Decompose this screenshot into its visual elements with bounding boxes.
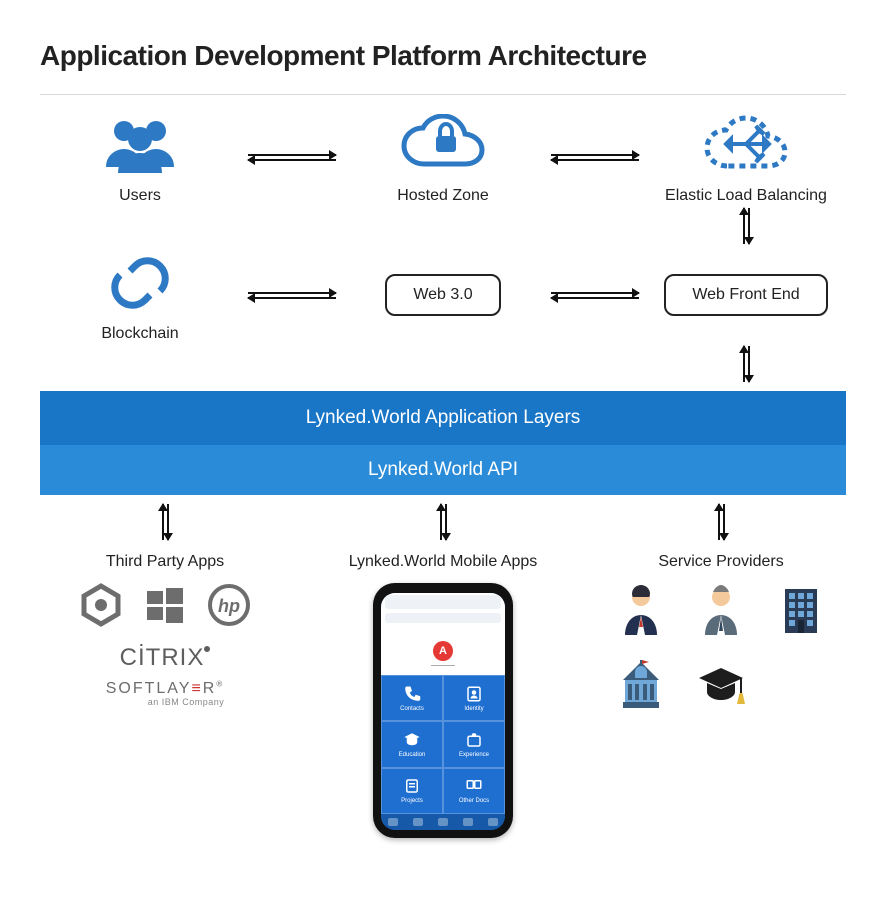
phone-mockup: A ———— Contacts Identity Education Exper… <box>373 583 513 838</box>
blockchain-label: Blockchain <box>101 325 178 343</box>
businessman-icon <box>695 583 747 640</box>
bidir-arrow-icon <box>162 501 169 543</box>
architecture-diagram: Users Hosted Zone <box>40 94 846 838</box>
service-providers-label: Service Providers <box>658 553 783 571</box>
softlayer-logo: SOFTLAY≡R® an IBM Company <box>106 680 225 707</box>
app-layers-bar: Lynked.World Application Layers <box>40 391 846 445</box>
node-web-front-end: Web Front End <box>646 274 846 316</box>
mobile-apps-label: Lynked.World Mobile Apps <box>349 553 538 571</box>
api-bar: Lynked.World API <box>40 445 846 495</box>
logo-row-1: hp <box>79 583 251 632</box>
bidir-arrow-icon <box>440 501 447 543</box>
row-top: Users Hosted Zone <box>40 109 846 205</box>
users-label: Users <box>119 187 161 205</box>
users-icon <box>100 109 180 181</box>
windows-logo-icon <box>143 583 187 632</box>
hp-logo-icon: hp <box>207 583 251 632</box>
office-building-icon <box>775 583 827 640</box>
web30-box: Web 3.0 <box>385 274 500 316</box>
col-third-party: Third Party Apps hp CİTRIX SOFTLAY≡R® an… <box>40 495 290 707</box>
elb-label: Elastic Load Balancing <box>665 187 827 205</box>
government-building-icon <box>615 658 667 715</box>
row-arrow-2 <box>40 343 846 385</box>
web-front-end-box: Web Front End <box>664 274 827 316</box>
node-blockchain: Blockchain <box>40 247 240 343</box>
row-arrow-1 <box>40 205 846 247</box>
cloud-lock-icon <box>398 109 488 181</box>
row-mid: Blockchain Web 3.0 Web Front End <box>40 247 846 343</box>
col-service-providers: Service Providers <box>596 495 846 715</box>
bidir-arrow-icon <box>248 154 336 161</box>
bidir-arrow-icon <box>743 343 750 385</box>
phone-avatar-icon: A <box>433 641 453 661</box>
node-web30: Web 3.0 <box>343 274 543 316</box>
application-layers: Lynked.World Application Layers Lynked.W… <box>40 391 846 495</box>
bidir-arrow-icon <box>551 292 639 299</box>
graduation-cap-icon <box>695 658 747 715</box>
row-bottom: Third Party Apps hp CİTRIX SOFTLAY≡R® an… <box>40 495 846 838</box>
businesswoman-icon <box>615 583 667 640</box>
third-party-label: Third Party Apps <box>106 553 224 571</box>
hosted-zone-label: Hosted Zone <box>397 187 489 205</box>
svg-text:hp: hp <box>218 596 240 616</box>
bidir-arrow-icon <box>743 205 750 247</box>
node-users: Users <box>40 109 240 205</box>
bidir-arrow-icon <box>551 154 639 161</box>
bidir-arrow-icon <box>248 292 336 299</box>
hexagon-logo-icon <box>79 583 123 632</box>
node-elb: Elastic Load Balancing <box>646 109 846 205</box>
page-title: Application Development Platform Archite… <box>40 40 846 72</box>
chain-link-icon <box>102 247 178 319</box>
col-mobile-apps: Lynked.World Mobile Apps A ———— Contacts… <box>318 495 568 838</box>
citrix-logo: CİTRIX <box>120 644 211 672</box>
node-hosted-zone: Hosted Zone <box>343 109 543 205</box>
bidir-arrow-icon <box>718 501 725 543</box>
load-balancer-icon <box>701 109 791 181</box>
